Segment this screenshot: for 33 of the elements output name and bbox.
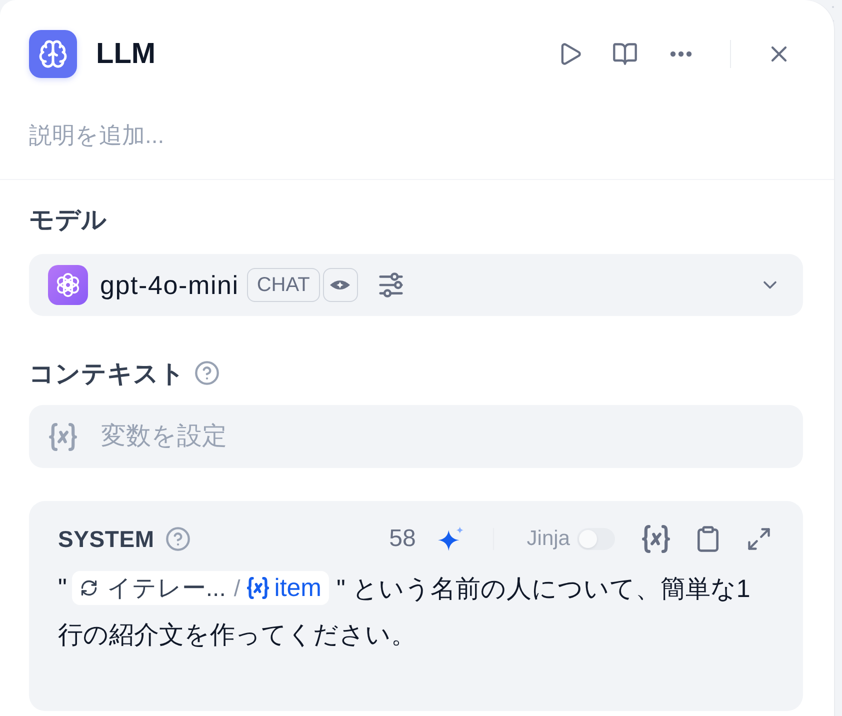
variable-name: item	[274, 574, 322, 602]
expand-button[interactable]	[746, 526, 772, 552]
more-icon	[670, 51, 692, 57]
model-logo-icon	[48, 265, 88, 305]
prompt-text: 行の紹介文を作ってください。	[58, 620, 416, 650]
sparkle-icon[interactable]	[438, 526, 464, 552]
help-icon[interactable]	[165, 526, 192, 552]
description-field[interactable]: 説明を追加...	[29, 120, 289, 150]
book-icon	[612, 41, 638, 67]
variable-icon	[247, 577, 270, 599]
path-separator: /	[234, 574, 240, 602]
node-name: イテレー...	[106, 574, 226, 604]
section-label: コンテキスト	[29, 358, 185, 390]
variable-button[interactable]	[642, 525, 670, 553]
sliders-icon[interactable]	[378, 272, 404, 298]
mode-badge: CHAT	[246, 268, 320, 302]
variable-chip[interactable]: イテレー... / item	[72, 571, 329, 605]
loop-icon	[80, 579, 98, 597]
variable-icon	[49, 423, 77, 451]
prompt-text: "	[58, 574, 67, 602]
variable-field[interactable]: 変数を設定	[29, 405, 803, 468]
prompt-text: " という名前の人について、簡単な1	[336, 574, 750, 604]
jinja-label: Jinja	[526, 527, 570, 551]
section-label: モデル	[29, 204, 107, 236]
help-icon[interactable]	[194, 360, 220, 386]
brain-icon	[29, 30, 77, 78]
character-count: 58	[389, 525, 416, 553]
role-label: SYSTEM	[58, 526, 154, 552]
expand-icon	[746, 526, 772, 552]
model-name: gpt-4o-mini	[100, 270, 239, 300]
panel-title: LLM	[96, 38, 157, 70]
variable-icon	[642, 525, 670, 553]
model-select[interactable]: gpt-4o-mini CHAT	[29, 254, 803, 316]
